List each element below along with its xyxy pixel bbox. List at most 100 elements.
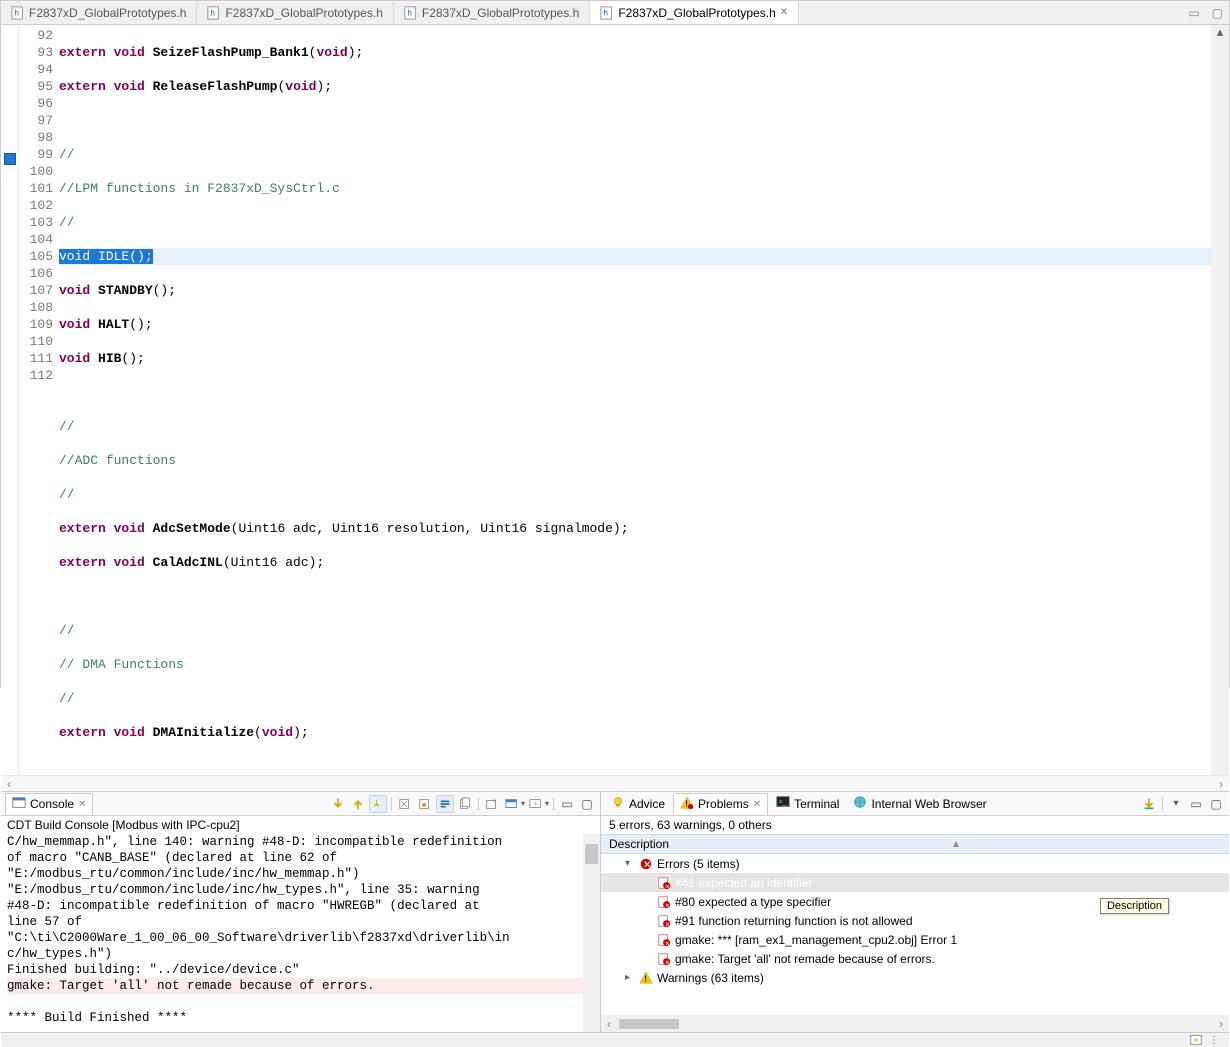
close-icon[interactable]: ✕ — [753, 799, 761, 810]
editor-tab-2[interactable]: h F2837xD_GlobalPrototypes.h — [394, 1, 590, 24]
svg-text:✕: ✕ — [643, 859, 650, 869]
tab-terminal[interactable]: >_Terminal — [770, 793, 845, 814]
line-number-gutter: 92 93 94 95 96 97 98 99 100 101 102 103 … — [19, 25, 59, 775]
minimize-icon[interactable]: ▭ — [558, 795, 576, 813]
word-wrap-icon[interactable] — [436, 795, 454, 813]
minimize-icon[interactable]: ▭ — [1182, 6, 1205, 20]
export-up-icon[interactable] — [349, 795, 367, 813]
h-file-icon: h — [11, 6, 25, 20]
tab-advice[interactable]: Advice — [605, 793, 671, 814]
error-icon: ✕ — [657, 933, 671, 947]
svg-text:✕: ✕ — [665, 921, 670, 928]
display-selected-icon[interactable] — [503, 795, 521, 813]
code-content[interactable]: extern void SeizeFlashPump_Bank1(void); … — [59, 25, 1211, 775]
problem-item[interactable]: ✕gmake: *** [ram_ex1_management_cpu2.obj… — [601, 930, 1229, 949]
svg-text:+: + — [533, 800, 537, 807]
close-icon[interactable]: ✕ — [78, 799, 86, 810]
error-icon: ✕ — [657, 895, 671, 909]
console-output[interactable]: C/hw_memmap.h", line 140: warning #48-D:… — [1, 834, 600, 1032]
console-vertical-scrollbar[interactable] — [583, 834, 600, 1032]
console-tab-label: Console — [30, 797, 74, 811]
console-icon — [12, 796, 26, 813]
status-menu-icon[interactable]: ⋮ — [1209, 1035, 1219, 1046]
h-file-icon: h — [404, 6, 418, 20]
view-menu-icon[interactable]: ▾ — [1167, 795, 1185, 813]
svg-text:h: h — [211, 8, 215, 17]
editor-tab-label: F2837xD_GlobalPrototypes.h — [225, 6, 382, 20]
editor-tab-label: F2837xD_GlobalPrototypes.h — [29, 6, 186, 20]
warning-icon: ! — [639, 971, 653, 985]
editor-tab-3[interactable]: h F2837xD_GlobalPrototypes.h ✕ — [590, 1, 799, 24]
tab-problems[interactable]: !Problems ✕ — [673, 793, 768, 815]
status-icon[interactable] — [1189, 1033, 1203, 1047]
svg-text:h: h — [604, 8, 608, 17]
editor-vertical-scrollbar[interactable]: ▴ — [1211, 25, 1229, 775]
minimize-icon[interactable]: ▭ — [1187, 795, 1205, 813]
dropdown-icon[interactable]: ▾ — [545, 799, 549, 808]
editor-body[interactable]: 92 93 94 95 96 97 98 99 100 101 102 103 … — [1, 25, 1229, 775]
svg-text:✕: ✕ — [665, 940, 670, 947]
copy-icon[interactable] — [456, 795, 474, 813]
bulb-icon — [611, 795, 625, 812]
sort-indicator-icon: ▲ — [951, 839, 961, 850]
svg-text:✕: ✕ — [665, 883, 670, 890]
editor-horizontal-scrollbar[interactable]: ‹ › — [1, 775, 1229, 791]
scroll-left-icon[interactable]: ‹ — [601, 1017, 617, 1031]
editor-tab-label: F2837xD_GlobalPrototypes.h — [422, 6, 579, 20]
export-down-icon[interactable] — [329, 795, 347, 813]
editor-tab-label: F2837xD_GlobalPrototypes.h — [618, 6, 775, 20]
scroll-right-icon[interactable]: › — [1213, 1017, 1229, 1031]
tab-console[interactable]: Console ✕ — [5, 793, 93, 815]
console-toolbar: Console ✕ ▾ + ▾ ▭ ▢ — [1, 792, 600, 816]
globe-icon — [853, 795, 867, 812]
filter-icon[interactable] — [1140, 795, 1158, 813]
svg-text:h: h — [407, 8, 411, 17]
svg-text:!: ! — [685, 799, 688, 808]
expand-icon[interactable]: ▾ — [625, 858, 635, 869]
console-pane: Console ✕ ▾ + ▾ ▭ ▢ — [1, 792, 601, 1032]
bottom-area: Console ✕ ▾ + ▾ ▭ ▢ — [1, 792, 1229, 1032]
clear-console-icon[interactable] — [396, 795, 414, 813]
status-bar: ⋮ — [1, 1032, 1229, 1047]
maximize-icon[interactable]: ▢ — [1207, 795, 1225, 813]
problems-column-header[interactable]: Description ▲ — [601, 834, 1229, 854]
close-tab-icon[interactable]: ✕ — [780, 7, 788, 18]
new-console-icon[interactable] — [483, 795, 501, 813]
problems-tree[interactable]: ▾ ✕ Errors (5 items) ✕#41 expected an id… — [601, 854, 1229, 1015]
pin-console-icon[interactable] — [369, 795, 387, 813]
terminal-icon: >_ — [776, 795, 790, 812]
problems-icon: ! — [680, 796, 694, 813]
collapse-icon[interactable]: ▸ — [625, 972, 635, 983]
scroll-right-icon[interactable]: › — [1213, 777, 1229, 791]
svg-text:!: ! — [644, 974, 647, 983]
problems-horizontal-scrollbar[interactable]: ‹ › — [601, 1015, 1229, 1032]
workbench: h F2837xD_GlobalPrototypes.h h F2837xD_Glo… — [0, 0, 1230, 688]
scroll-left-icon[interactable]: ‹ — [1, 777, 17, 791]
line-marker-icon[interactable] — [4, 153, 16, 165]
error-icon: ✕ — [657, 914, 671, 928]
marker-ruler[interactable] — [1, 25, 19, 775]
problems-toolbar: Advice !Problems ✕ >_Terminal Internal W… — [601, 792, 1229, 816]
error-icon: ✕ — [639, 857, 653, 871]
open-console-icon[interactable]: + — [527, 795, 545, 813]
problem-item[interactable]: ✕gmake: Target 'all' not remade because … — [601, 949, 1229, 968]
scrollbar-thumb[interactable] — [619, 1019, 679, 1029]
errors-group-row[interactable]: ▾ ✕ Errors (5 items) — [601, 854, 1229, 873]
scroll-up-icon[interactable]: ▴ — [1217, 25, 1224, 41]
tab-internal-browser[interactable]: Internal Web Browser — [847, 793, 992, 814]
console-title: CDT Build Console [Modbus with IPC-cpu2] — [1, 816, 600, 834]
maximize-icon[interactable]: ▢ — [1206, 6, 1229, 20]
editor-tab-0[interactable]: h F2837xD_GlobalPrototypes.h — [1, 1, 197, 24]
h-file-icon: h — [600, 6, 614, 20]
problems-pane: Advice !Problems ✕ >_Terminal Internal W… — [601, 792, 1229, 1032]
svg-text:✕: ✕ — [665, 902, 670, 909]
editor-area: h F2837xD_GlobalPrototypes.h h F2837xD_Glo… — [1, 1, 1229, 792]
dropdown-icon[interactable]: ▾ — [521, 799, 525, 808]
svg-text:h: h — [15, 8, 19, 17]
problem-item[interactable]: ✕#41 expected an identifier — [601, 873, 1229, 892]
tooltip: Description — [1100, 898, 1169, 914]
maximize-icon[interactable]: ▢ — [578, 795, 596, 813]
editor-tab-1[interactable]: h F2837xD_GlobalPrototypes.h — [197, 1, 393, 24]
scroll-lock-icon[interactable] — [416, 795, 434, 813]
warnings-group-row[interactable]: ▸ ! Warnings (63 items) — [601, 968, 1229, 987]
